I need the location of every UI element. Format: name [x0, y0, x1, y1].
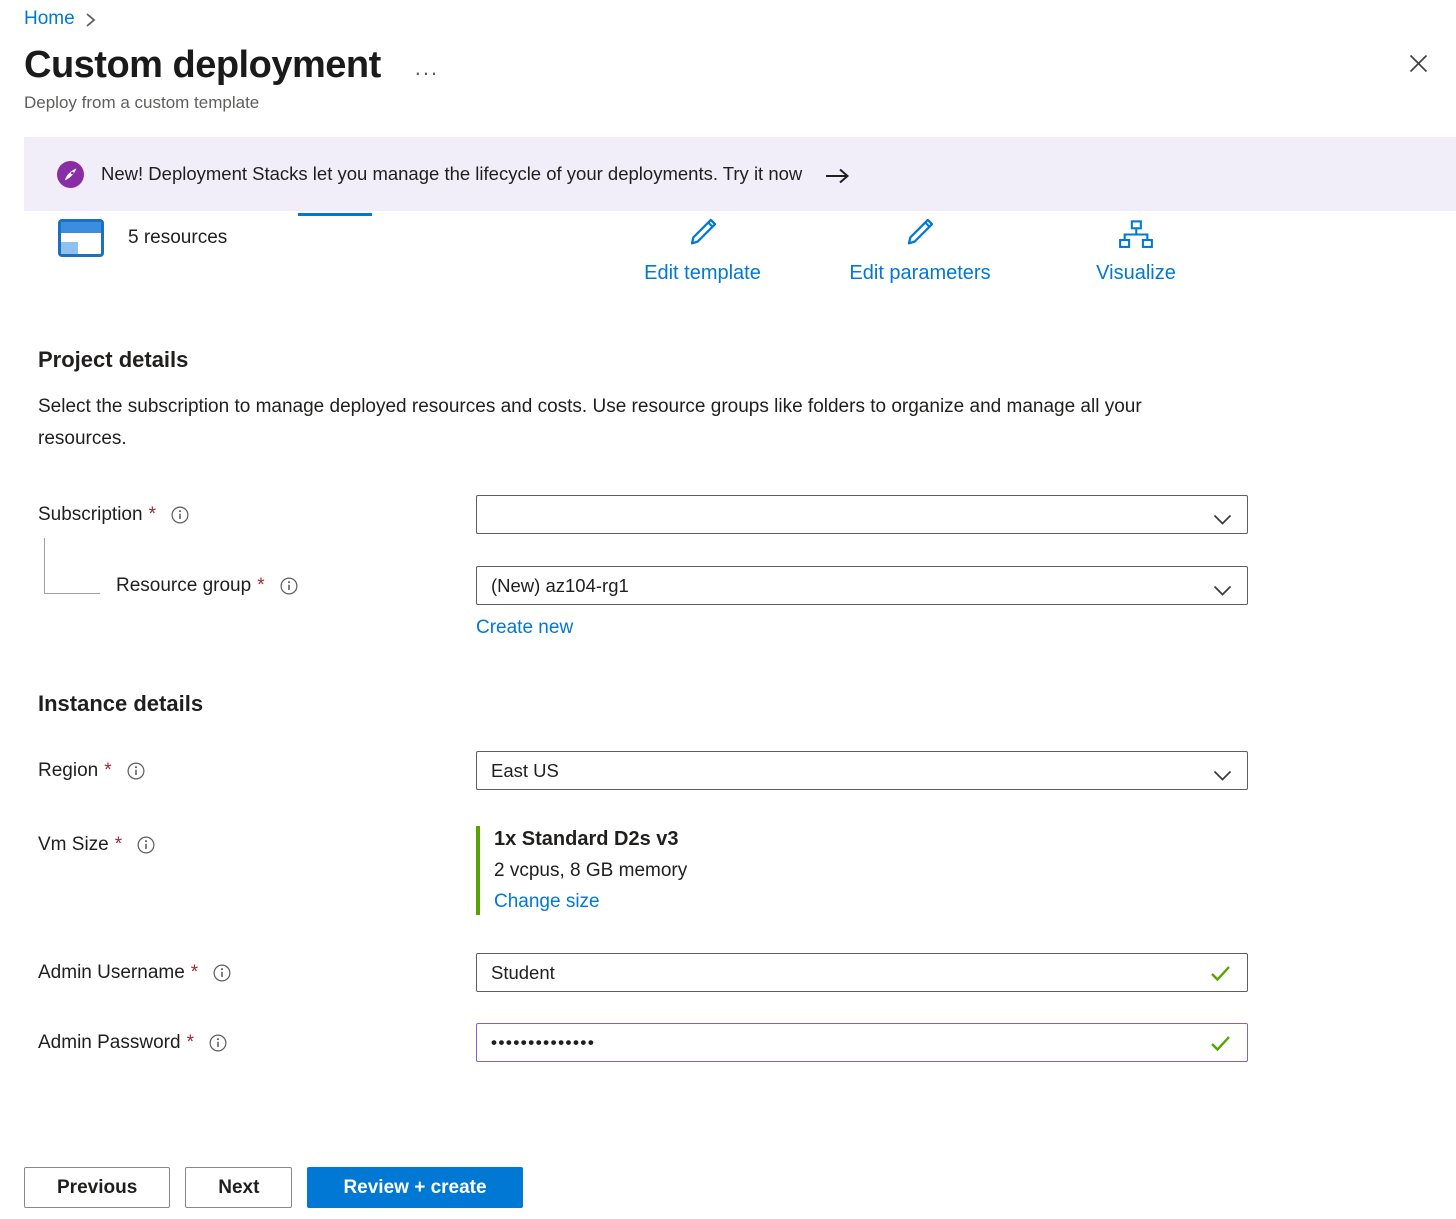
- clipped-content-fragment: [298, 213, 372, 216]
- edit-parameters-link[interactable]: Edit parameters: [835, 215, 1005, 285]
- pencil-icon: [685, 215, 721, 255]
- next-button[interactable]: Next: [185, 1167, 292, 1208]
- info-icon[interactable]: [127, 762, 145, 780]
- chevron-right-icon: [85, 12, 96, 28]
- required-asterisk: *: [115, 834, 122, 856]
- previous-button[interactable]: Previous: [24, 1167, 170, 1208]
- chevron-down-icon: [1213, 765, 1232, 787]
- resource-group-row: Resource group * (New) az104-rg1: [38, 566, 1456, 605]
- template-resources: 5 resources: [58, 219, 227, 257]
- info-icon[interactable]: [137, 836, 155, 854]
- admin-username-value: Student: [491, 962, 555, 984]
- info-icon[interactable]: [213, 964, 231, 982]
- review-create-button[interactable]: Review + create: [307, 1167, 522, 1208]
- region-label: Region: [38, 760, 98, 782]
- hierarchy-connector-line: [44, 538, 100, 594]
- vm-size-label: Vm Size: [38, 834, 109, 856]
- chevron-down-icon: [1213, 580, 1232, 602]
- required-asterisk: *: [104, 760, 111, 782]
- vm-size-row: Vm Size * 1x Standard D2s v3 2 vcpus, 8 …: [38, 826, 1456, 915]
- vm-size-specs: 2 vcpus, 8 GB memory: [494, 860, 687, 882]
- region-dropdown[interactable]: East US: [476, 751, 1248, 790]
- close-icon[interactable]: [1405, 44, 1432, 86]
- rocket-icon: [57, 161, 84, 188]
- admin-username-row: Admin Username * Student: [38, 953, 1456, 992]
- form-area: Subscription * Resource group *: [38, 495, 1456, 1062]
- check-icon: [1210, 1035, 1231, 1057]
- info-icon[interactable]: [209, 1034, 227, 1052]
- visualize-link[interactable]: Visualize: [1086, 215, 1186, 285]
- change-size-link[interactable]: Change size: [494, 891, 687, 913]
- required-asterisk: *: [257, 575, 264, 597]
- visualize-label: Visualize: [1096, 262, 1176, 285]
- vm-size-title: 1x Standard D2s v3: [494, 828, 687, 851]
- org-chart-icon: [1118, 220, 1154, 255]
- subscription-label: Subscription: [38, 504, 143, 526]
- page-title: Custom deployment: [24, 44, 381, 87]
- resource-group-label: Resource group: [116, 575, 251, 597]
- pencil-icon: [902, 215, 938, 255]
- project-details-heading: Project details: [38, 347, 1456, 373]
- admin-username-label: Admin Username: [38, 962, 185, 984]
- admin-password-label: Admin Password: [38, 1032, 181, 1054]
- resources-count-label: 5 resources: [128, 227, 227, 249]
- region-value: East US: [491, 760, 559, 782]
- admin-password-value: ••••••••••••••: [491, 1033, 595, 1053]
- edit-template-link[interactable]: Edit template: [630, 215, 775, 285]
- info-icon[interactable]: [171, 506, 189, 524]
- admin-password-row: Admin Password * ••••••••••••••: [38, 1023, 1456, 1062]
- check-icon: [1210, 965, 1231, 987]
- required-asterisk: *: [149, 504, 156, 526]
- create-new-link[interactable]: Create new: [476, 617, 573, 639]
- chevron-down-icon: [1213, 509, 1232, 531]
- arrow-right-icon: [825, 168, 850, 184]
- admin-password-input[interactable]: ••••••••••••••: [476, 1023, 1248, 1062]
- resources-icon: [58, 219, 104, 257]
- required-asterisk: *: [191, 962, 198, 984]
- admin-username-input[interactable]: Student: [476, 953, 1248, 992]
- instance-details-heading: Instance details: [38, 691, 1456, 717]
- project-details-description: Select the subscription to manage deploy…: [38, 391, 1183, 455]
- breadcrumb: Home: [0, 0, 1456, 30]
- template-bar: 5 resources Edit template Edit parameter…: [0, 215, 1456, 301]
- region-row: Region * East US: [38, 751, 1456, 790]
- subscription-dropdown[interactable]: [476, 495, 1248, 534]
- banner-text: New! Deployment Stacks let you manage th…: [101, 163, 802, 185]
- vm-size-selection: 1x Standard D2s v3 2 vcpus, 8 GB memory …: [476, 826, 687, 915]
- subscription-row: Subscription *: [38, 495, 1456, 534]
- resource-group-dropdown[interactable]: (New) az104-rg1: [476, 566, 1248, 605]
- edit-template-label: Edit template: [644, 262, 761, 285]
- page-header: Custom deployment ...: [0, 30, 1456, 87]
- page-subtitle: Deploy from a custom template: [0, 87, 1456, 113]
- footer-actions: Previous Next Review + create: [24, 1167, 523, 1208]
- announcement-banner[interactable]: New! Deployment Stacks let you manage th…: [24, 137, 1456, 211]
- edit-parameters-label: Edit parameters: [849, 262, 990, 285]
- resource-group-wrap: Resource group * (New) az104-rg1 Create …: [38, 566, 1456, 639]
- breadcrumb-home-link[interactable]: Home: [24, 8, 75, 30]
- required-asterisk: *: [187, 1032, 194, 1054]
- more-options-button[interactable]: ...: [415, 51, 439, 81]
- info-icon[interactable]: [280, 577, 298, 595]
- resource-group-value: (New) az104-rg1: [491, 575, 629, 597]
